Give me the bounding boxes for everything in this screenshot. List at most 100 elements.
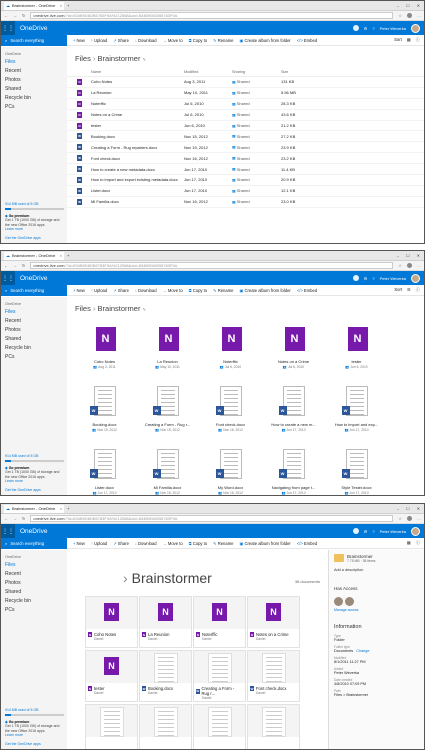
- command-download[interactable]: ↓ Download: [135, 541, 157, 546]
- file-tile[interactable]: Ntester 👥 Jun 6, 2010: [325, 318, 388, 381]
- table-row[interactable]: N Notes on a Crime Jul 6, 2010 👥 Shared 43.6 …: [67, 110, 424, 121]
- avatar[interactable]: [411, 273, 420, 283]
- new-tab-icon[interactable]: +: [64, 3, 69, 8]
- command-embed[interactable]: </> Embed: [297, 288, 317, 293]
- refresh-icon[interactable]: ↻: [22, 13, 25, 18]
- more-icon[interactable]: …: [417, 263, 421, 268]
- forward-icon[interactable]: →: [13, 516, 17, 521]
- file-card[interactable]: N N Coho Notes Daniel: [85, 596, 138, 648]
- minimize-icon[interactable]: –: [397, 3, 399, 8]
- command-share[interactable]: ↗ Share: [113, 288, 129, 293]
- file-tile[interactable]: W Mi Familia.docx 👥 Nov 16, 2012: [136, 444, 199, 495]
- command-upload[interactable]: ↑ Upload: [91, 288, 107, 293]
- file-name[interactable]: How to import and export existing metada…: [91, 177, 184, 182]
- view-toggle-icon[interactable]: ▦: [407, 37, 411, 43]
- table-row[interactable]: W Font check.docx Nov 16, 2012 👥 Shared 23.2 …: [67, 153, 424, 165]
- extension-icon[interactable]: [407, 516, 412, 521]
- brand-title[interactable]: OneDrive: [15, 528, 47, 535]
- sidebar-item-recent[interactable]: Recent: [1, 570, 67, 579]
- help-icon[interactable]: ?: [372, 26, 374, 31]
- file-card[interactable]: [247, 704, 300, 749]
- table-row[interactable]: W Creating a Form - Rug repairers.docx Nov…: [67, 142, 424, 154]
- get-apps-link[interactable]: Get the OneDrive apps: [5, 488, 64, 492]
- close-tab-icon[interactable]: ×: [60, 3, 62, 8]
- favorite-icon[interactable]: ☆: [398, 263, 402, 268]
- table-row[interactable]: W How to create a new metadata.docx Jun 17…: [67, 164, 424, 176]
- command-upload[interactable]: ↑ Upload: [91, 541, 107, 546]
- command-move-to[interactable]: → Move to: [163, 38, 183, 43]
- favorite-icon[interactable]: ☆: [398, 516, 402, 521]
- learn-more-link[interactable]: Learn more: [5, 733, 64, 737]
- notifications-icon[interactable]: [352, 275, 359, 281]
- file-tile[interactable]: W Booking.docx 👥 Nov 15, 2012: [73, 381, 136, 444]
- file-card[interactable]: W Creating a Form - Rug r... Daniel: [193, 650, 246, 702]
- brand-title[interactable]: OneDrive: [15, 275, 47, 282]
- command-new[interactable]: + New: [73, 541, 85, 546]
- settings-icon[interactable]: ⚙: [364, 26, 368, 31]
- command-embed[interactable]: </> Embed: [297, 38, 317, 43]
- sidebar-item-photos[interactable]: Photos: [1, 326, 67, 335]
- close-tab-icon[interactable]: ×: [60, 253, 62, 258]
- file-tile[interactable]: W Style Tester.docx 👥 Jun 17, 2010: [325, 444, 388, 495]
- help-icon[interactable]: ?: [372, 276, 374, 281]
- file-card[interactable]: N Ntester Daniel: [85, 650, 138, 702]
- more-icon[interactable]: …: [417, 13, 421, 18]
- sidebar-item-recent[interactable]: Recent: [1, 67, 67, 76]
- avatar[interactable]: [411, 526, 420, 536]
- back-icon[interactable]: ←: [4, 516, 8, 521]
- command-rename[interactable]: ✎ Rename: [213, 288, 233, 293]
- close-window-icon[interactable]: ✕: [417, 506, 420, 511]
- storage-usage[interactable]: 914 MB used of 5 GB: [5, 202, 64, 206]
- search-box[interactable]: ⌕ Search everything: [1, 34, 67, 46]
- sidebar-item-recycle-bin[interactable]: Recycle bin: [1, 597, 67, 606]
- view-toggle-icon[interactable]: ☰: [407, 287, 411, 293]
- new-tab-icon[interactable]: +: [64, 253, 69, 258]
- breadcrumb-root[interactable]: Files: [75, 54, 91, 63]
- file-name[interactable]: tester: [91, 123, 184, 128]
- browser-tab[interactable]: ☁ Brainstormer - OneDrive ×: [4, 251, 64, 260]
- file-tile[interactable]: N Coho Notes 👥 Aug 3, 2011: [73, 318, 136, 381]
- file-name[interactable]: Notes on a Crime: [91, 112, 184, 117]
- file-name[interactable]: Lister.docx: [91, 188, 184, 193]
- get-apps-link[interactable]: Get the OneDrive apps: [5, 236, 64, 240]
- sidebar-item-shared[interactable]: Shared: [1, 85, 67, 94]
- file-tile[interactable]: W How to create a new m... 👥 Jun 17, 2010: [262, 381, 325, 444]
- command-rename[interactable]: ✎ Rename: [213, 541, 233, 546]
- address-bar[interactable]: onedrive.live.com/?id=834B9D6DB5783F9A%2…: [30, 262, 394, 269]
- back-icon[interactable]: ←: [4, 263, 8, 268]
- breadcrumb-current[interactable]: Brainstormer: [98, 54, 141, 63]
- learn-more-link[interactable]: Learn more: [5, 227, 64, 231]
- sidebar-item-recycle-bin[interactable]: Recycle bin: [1, 94, 67, 103]
- sidebar-item-recycle-bin[interactable]: Recycle bin: [1, 344, 67, 353]
- storage-usage[interactable]: 914 MB used of 5 GB: [5, 708, 64, 712]
- settings-icon[interactable]: ⚙: [364, 276, 368, 281]
- command-move-to[interactable]: → Move to: [163, 288, 183, 293]
- view-toggle-icon[interactable]: ▦: [407, 540, 411, 546]
- favorite-icon[interactable]: ☆: [398, 13, 402, 18]
- minimize-icon[interactable]: –: [397, 506, 399, 511]
- command-download[interactable]: ↓ Download: [135, 38, 157, 43]
- user-name[interactable]: Peter Weverka: [380, 26, 406, 31]
- address-bar[interactable]: onedrive.live.com/?id=834B9D6DB5783F9A%2…: [30, 515, 394, 522]
- sidebar-item-recent[interactable]: Recent: [1, 317, 67, 326]
- sidebar-item-files[interactable]: Files: [1, 308, 67, 317]
- browser-tab[interactable]: ☁ Brainstormer - OneDrive ×: [4, 504, 64, 513]
- close-tab-icon[interactable]: ×: [60, 506, 62, 511]
- sidebar-item-photos[interactable]: Photos: [1, 579, 67, 588]
- file-name[interactable]: Booking.docx: [91, 134, 184, 139]
- file-tile[interactable]: N Noterffic 👥 Jul 6, 2010: [199, 318, 262, 381]
- file-card[interactable]: [193, 704, 246, 749]
- sidebar-item-pcs[interactable]: PCs: [1, 103, 67, 112]
- sort-button[interactable]: Sort: [394, 37, 402, 43]
- browser-tab[interactable]: ☁ Brainstormer - OneDrive ×: [4, 1, 64, 10]
- column-modified[interactable]: Modified: [184, 70, 232, 74]
- info-icon[interactable]: ⓘ: [416, 37, 420, 43]
- file-tile[interactable]: W Navigating from page t... 👥 Jun 17, 2010: [262, 444, 325, 495]
- command-download[interactable]: ↓ Download: [135, 288, 157, 293]
- file-name[interactable]: How to create a new metadata.docx: [91, 167, 184, 172]
- maximize-icon[interactable]: ☐: [406, 3, 410, 8]
- file-name[interactable]: Creating a Form - Rug repairers.docx: [91, 145, 184, 150]
- command-copy-to[interactable]: ⧉ Copy to: [189, 288, 207, 293]
- column-size[interactable]: Size: [281, 70, 321, 74]
- app-launcher-icon[interactable]: ⋮⋮: [1, 21, 15, 35]
